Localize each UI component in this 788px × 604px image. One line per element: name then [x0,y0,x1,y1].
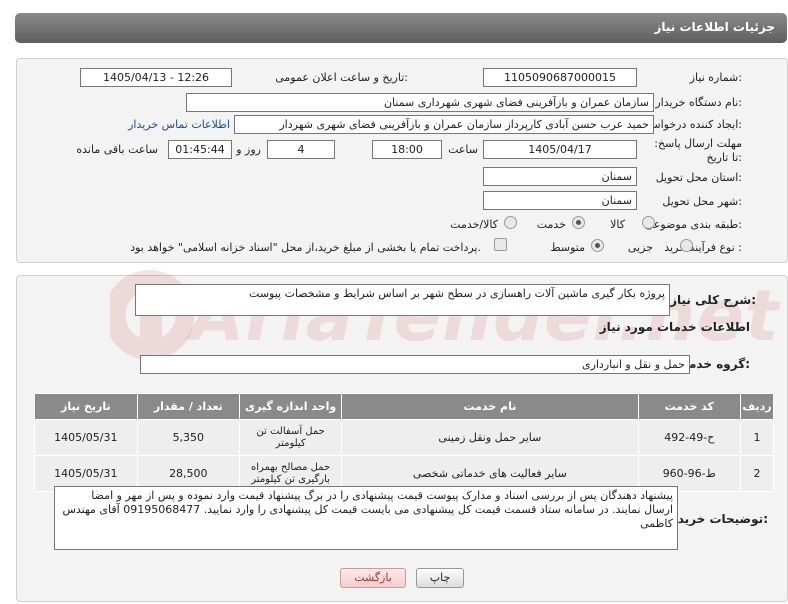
col-qty: تعداد / مقدار [136,393,240,420]
contact-buyer-link[interactable]: اطلاعات تماس خریدار [128,118,230,131]
table-row: 1 ح-49-492 سایر حمل ونقل زمینی حمل آسفال… [34,419,774,456]
col-name: نام خدمت [341,393,639,420]
row-code: ح-49-492 [637,419,742,456]
purchase-medium-radio[interactable] [591,239,604,252]
services-table-header: ردیف کد خدمت نام خدمت واحد اندازه گیری ت… [34,393,774,420]
row-index: 2 [740,455,774,492]
announce-label: تاریخ و ساعت اعلان عمومی: [275,71,408,84]
category-service-label: خدمت [536,218,566,231]
category-service-radio[interactable] [572,216,585,229]
province-label: استان محل تحویل: [655,171,742,184]
deadline-time-field: 18:00 [372,140,442,159]
col-unit: واحد اندازه گیری [238,393,343,420]
row-unit: حمل آسفالت تن کیلومتر [238,419,343,456]
deadline-time-label: ساعت [448,143,478,156]
category-goods-service-radio[interactable] [504,216,517,229]
deadline-date-field: 1405/04/17 [483,140,637,159]
city-label: شهر محل تحویل: [662,195,742,208]
buyer-notes-field[interactable]: پیشنهاد دهندگان پس از بررسی اسناد و مدار… [54,486,678,550]
category-label: طبقه بندی موضوعی: [644,218,742,231]
row-date: 1405/05/31 [34,419,138,456]
row-qty: 5,350 [136,419,240,456]
treasury-payment-checkbox[interactable] [494,238,507,251]
description-field[interactable]: پروژه بکار گیری ماشین آلات راهسازی در سط… [135,284,670,316]
purchase-type-label: نوع فرآیند خرید : [664,241,742,254]
buyer-org-field: سازمان عمران و بازآفرینی فضای شهری شهردا… [186,93,654,112]
services-section-title: اطلاعات خدمات مورد نیاز [599,320,750,334]
buyer-org-label: نام دستگاه خریدار: [655,96,742,109]
print-button[interactable]: چاپ [416,568,464,588]
buyer-notes-label: توضیحات خریدار: [666,512,768,526]
creator-field: حمید عرب حسن آبادی کارپرداز سازمان عمران… [234,115,654,134]
treasury-payment-note: پرداخت تمام یا بخشی از مبلغ خرید،از محل … [130,241,481,254]
remaining-time-field: 01:45:44 [168,140,232,159]
province-field: سمنان [483,167,637,186]
service-group-field: حمل و نقل و انبارداری [140,355,690,374]
category-goods-label: کالا [610,218,625,231]
remaining-label: ساعت باقی مانده [76,143,158,156]
creator-label: ایجاد کننده درخواست: [640,118,742,131]
need-number-label: شماره نیاز: [689,71,742,84]
city-field: سمنان [483,191,637,210]
page-title: جزئیات اطلاعات نیاز [654,20,775,34]
col-index: ردیف [740,393,774,420]
page-header: جزئیات اطلاعات نیاز [15,13,787,43]
services-table: ردیف کد خدمت نام خدمت واحد اندازه گیری ت… [34,393,774,492]
category-goods-radio[interactable] [642,216,655,229]
announce-field: 1405/04/13 - 12:26 [80,68,232,87]
col-code: کد خدمت [637,393,742,420]
back-button[interactable]: بازگشت [340,568,406,588]
category-goods-service-label: کالا/خدمت [450,218,498,231]
row-index: 1 [740,419,774,456]
row-name: سایر حمل ونقل زمینی [341,419,639,456]
days-field: 4 [267,140,335,159]
description-label: شرح کلی نیاز: [670,293,756,307]
col-date: تاریخ نیاز [34,393,138,420]
need-number-field: 1105090687000015 [483,68,637,87]
purchase-minor-radio[interactable] [680,239,693,252]
days-label: روز و [236,143,261,156]
deadline-label: مهلت ارسال پاسخ: تا تاریخ: [654,137,742,164]
purchase-medium-label: متوسط [550,241,585,254]
purchase-minor-label: جزیی [627,241,653,254]
